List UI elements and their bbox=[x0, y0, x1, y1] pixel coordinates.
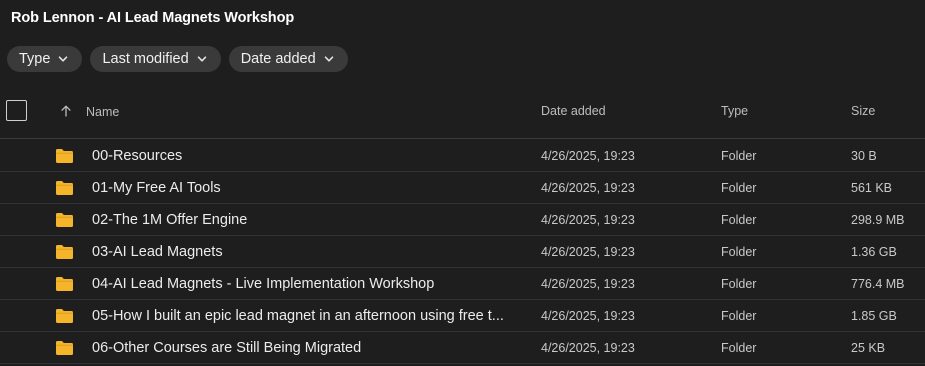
row-type: Folder bbox=[721, 149, 757, 163]
chevron-down-icon bbox=[58, 54, 68, 64]
filter-date-added-button[interactable]: Date added bbox=[228, 46, 348, 72]
row-name[interactable]: 03-AI Lead Magnets bbox=[92, 244, 223, 260]
chevron-down-icon bbox=[324, 54, 334, 64]
folder-icon bbox=[55, 212, 74, 228]
row-size: 1.85 GB bbox=[851, 309, 897, 323]
row-type: Folder bbox=[721, 277, 757, 291]
table-row[interactable]: 01-My Free AI Tools 4/26/2025, 19:23 Folde… bbox=[0, 172, 925, 204]
row-date-added: 4/26/2025, 19:23 bbox=[541, 149, 635, 163]
row-date-added: 4/26/2025, 19:23 bbox=[541, 213, 635, 227]
row-size: 561 KB bbox=[851, 181, 893, 195]
row-date-added: 4/26/2025, 19:23 bbox=[541, 277, 635, 291]
chevron-down-icon bbox=[197, 54, 207, 64]
table-row[interactable]: 05-How I built an epic lead magnet in an… bbox=[0, 300, 925, 332]
table-row[interactable]: 03-AI Lead Magnets 4/26/2025, 19:23 Folder… bbox=[0, 236, 925, 268]
row-name[interactable]: 05-How I built an epic lead magnet in an… bbox=[92, 308, 504, 324]
table-row[interactable]: 06-Other Courses are Still Being Migrate… bbox=[0, 332, 925, 364]
row-type: Folder bbox=[721, 245, 757, 259]
row-name[interactable]: 04-AI Lead Magnets - Live Implementation… bbox=[92, 276, 434, 292]
row-type: Folder bbox=[721, 213, 757, 227]
column-header-type[interactable]: Type bbox=[721, 104, 748, 118]
row-name[interactable]: 01-My Free AI Tools bbox=[92, 180, 221, 196]
row-type: Folder bbox=[721, 341, 757, 355]
table-row[interactable]: 04-AI Lead Magnets - Live Implementation… bbox=[0, 268, 925, 300]
column-header-size[interactable]: Size bbox=[851, 104, 875, 118]
column-header-date-added[interactable]: Date added bbox=[541, 104, 606, 118]
page-title: Rob Lennon - AI Lead Magnets Workshop bbox=[11, 10, 295, 26]
row-name[interactable]: 00-Resources bbox=[92, 148, 182, 164]
filter-type-button[interactable]: Type bbox=[7, 46, 83, 72]
row-date-added: 4/26/2025, 19:23 bbox=[541, 245, 635, 259]
filter-label: Date added bbox=[240, 51, 316, 67]
folder-icon bbox=[55, 276, 74, 292]
folder-icon bbox=[55, 244, 74, 260]
file-list: 00-Resources 4/26/2025, 19:23 Folder 30 B 01… bbox=[0, 140, 925, 364]
arrow-up-icon[interactable] bbox=[59, 104, 73, 118]
row-type: Folder bbox=[721, 181, 757, 195]
row-name[interactable]: 06-Other Courses are Still Being Migrate… bbox=[92, 340, 361, 356]
row-date-added: 4/26/2025, 19:23 bbox=[541, 181, 635, 195]
row-type: Folder bbox=[721, 309, 757, 323]
folder-icon bbox=[55, 148, 74, 164]
table-row[interactable]: 02-The 1M Offer Engine 4/26/2025, 19:23 Fo… bbox=[0, 204, 925, 236]
folder-icon bbox=[55, 180, 74, 196]
row-size: 25 KB bbox=[851, 341, 886, 355]
folder-icon bbox=[55, 308, 74, 324]
row-name[interactable]: 02-The 1M Offer Engine bbox=[92, 212, 247, 228]
row-size: 30 B bbox=[851, 149, 877, 163]
row-date-added: 4/26/2025, 19:23 bbox=[541, 341, 635, 355]
column-header-name[interactable]: Name bbox=[86, 105, 119, 119]
filter-label: Last modified bbox=[102, 51, 189, 67]
select-all-checkbox[interactable] bbox=[6, 100, 27, 121]
row-size: 1.36 GB bbox=[851, 245, 897, 259]
table-header: Name Date added Type Size bbox=[0, 92, 925, 139]
table-row[interactable]: 00-Resources 4/26/2025, 19:23 Folder 30 B bbox=[0, 140, 925, 172]
row-size: 298.9 MB bbox=[851, 213, 905, 227]
row-date-added: 4/26/2025, 19:23 bbox=[541, 309, 635, 323]
row-size: 776.4 MB bbox=[851, 277, 905, 291]
filter-last-modified-button[interactable]: Last modified bbox=[90, 46, 221, 72]
filter-label: Type bbox=[19, 51, 51, 67]
folder-icon bbox=[55, 340, 74, 356]
filter-bar: Type Last modified Date added bbox=[7, 46, 348, 72]
